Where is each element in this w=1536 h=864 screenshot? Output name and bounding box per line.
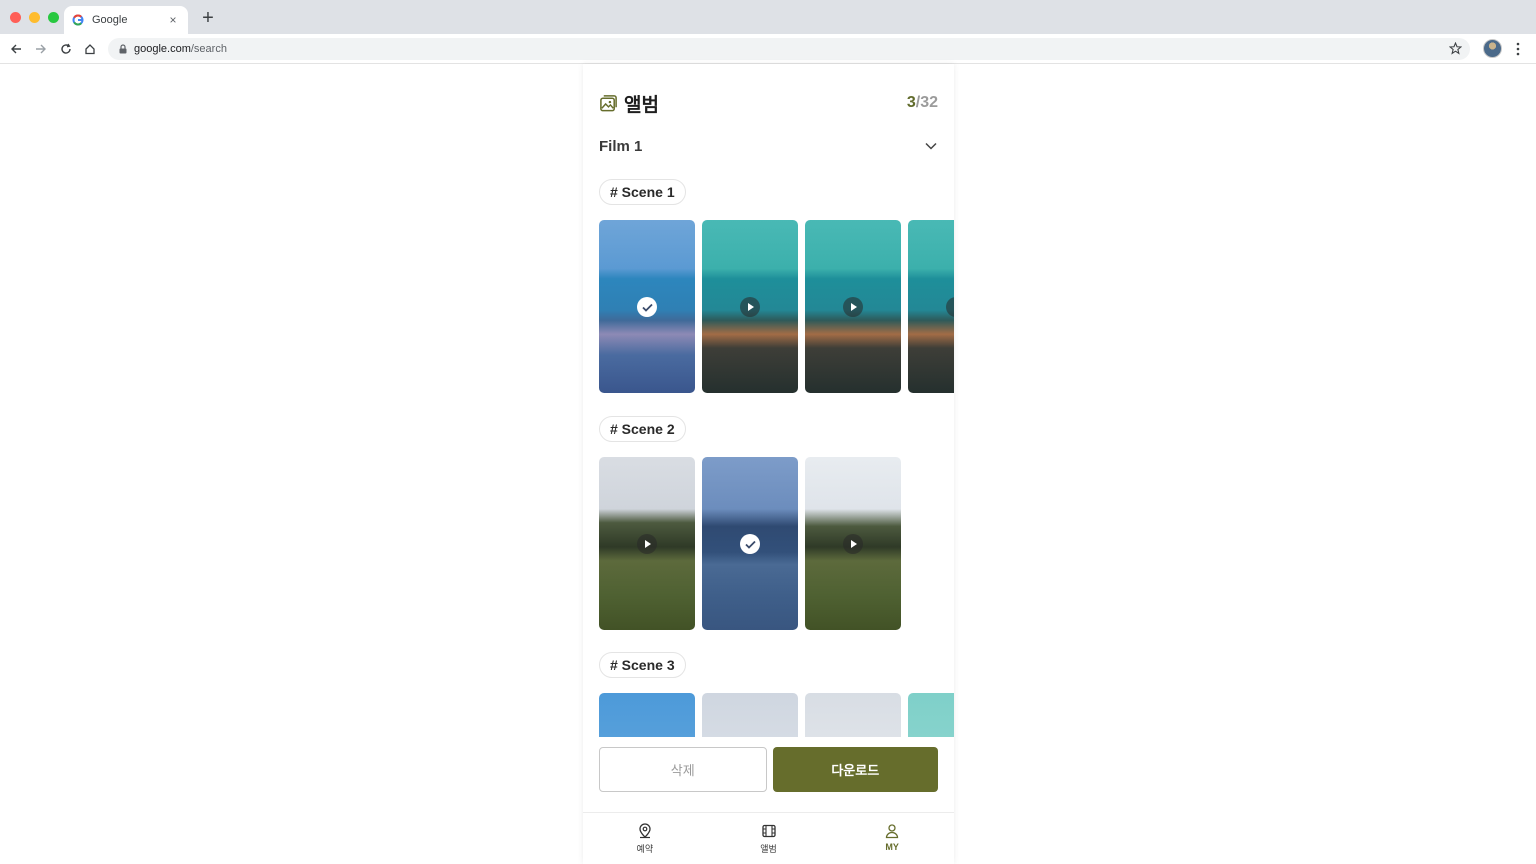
nav-item-reservation[interactable]: 예약: [583, 813, 707, 864]
film-icon: [761, 824, 776, 838]
reload-icon: [61, 43, 71, 54]
thumbnail[interactable]: [599, 220, 695, 393]
nav-label: 예약: [636, 844, 654, 854]
scene-2-thumbnail-strip[interactable]: [599, 457, 954, 630]
play-icon: [946, 297, 954, 317]
delete-button[interactable]: 삭제: [599, 747, 767, 792]
nav-item-album[interactable]: 앨범: [707, 813, 831, 864]
close-tab-icon[interactable]: ×: [166, 13, 180, 27]
film-dropdown[interactable]: Film 1: [599, 134, 938, 158]
thumbnail[interactable]: [599, 693, 695, 737]
film-dropdown-value: Film 1: [599, 137, 643, 155]
scene-2-tag: # Scene 2: [599, 416, 686, 442]
play-icon: [843, 297, 863, 317]
play-icon: [843, 534, 863, 554]
back-button[interactable]: [7, 40, 25, 58]
profile-avatar[interactable]: [1483, 39, 1502, 58]
play-icon: [740, 297, 760, 317]
user-icon: [886, 824, 899, 839]
new-tab-button[interactable]: +: [200, 8, 216, 28]
minimize-window-button[interactable]: [29, 12, 40, 23]
action-bar: 삭제 다운로드: [599, 747, 938, 792]
scene-3-thumbnail-strip[interactable]: [599, 693, 954, 737]
nav-label: 앨범: [760, 844, 777, 854]
nav-item-my[interactable]: MY: [830, 813, 954, 864]
album-image-icon: [600, 94, 617, 111]
download-button[interactable]: 다운로드: [772, 747, 938, 792]
browser-toolbar: google.com/search: [0, 34, 1536, 64]
forward-button[interactable]: [32, 40, 50, 58]
tab-bar: Google × +: [0, 0, 1536, 34]
check-icon: [740, 534, 760, 554]
arrow-right-icon: [36, 44, 46, 54]
lock-icon: [119, 44, 127, 54]
map-pin-icon: [639, 823, 651, 839]
selected-count: 3: [906, 94, 916, 111]
total-count: /32: [915, 94, 938, 111]
play-icon: [637, 534, 657, 554]
thumbnail[interactable]: [702, 457, 798, 630]
home-icon: [85, 44, 95, 55]
google-icon: [72, 14, 84, 26]
close-window-button[interactable]: [10, 12, 21, 23]
thumbnail[interactable]: [908, 220, 954, 393]
album-app: 앨범 3/32 Film 1 # Scene 1 # Scene 2 # Sce…: [583, 64, 954, 864]
album-header: 앨범 3/32: [599, 90, 938, 116]
scene-1-tag: # Scene 1: [599, 179, 686, 205]
home-button[interactable]: [81, 40, 99, 58]
thumbnail[interactable]: [805, 220, 901, 393]
thumbnail[interactable]: [599, 457, 695, 630]
arrow-left-icon: [11, 44, 21, 54]
bookmark-star-icon[interactable]: [1449, 42, 1462, 55]
thumbnail[interactable]: [702, 220, 798, 393]
selection-counter: 3/32: [907, 94, 938, 112]
address-bar[interactable]: google.com/search: [108, 38, 1470, 60]
check-icon: [637, 297, 657, 317]
reload-button[interactable]: [57, 40, 75, 58]
url-domain: google.com: [134, 43, 191, 55]
thumbnail[interactable]: [805, 457, 901, 630]
kebab-menu-icon[interactable]: [1514, 41, 1522, 57]
bottom-navigation: 예약 앨범 MY: [583, 812, 954, 864]
browser-tab[interactable]: Google ×: [64, 6, 188, 34]
nav-label: MY: [885, 842, 899, 852]
scene-3-tag: # Scene 3: [599, 652, 686, 678]
scene-1-thumbnail-strip[interactable]: [599, 220, 954, 393]
browser-chrome: Google × + google.com/search: [0, 0, 1536, 64]
thumbnail[interactable]: [702, 693, 798, 737]
thumbnail[interactable]: [805, 693, 901, 737]
thumbnail[interactable]: [908, 693, 954, 737]
chevron-down-icon: [925, 142, 937, 150]
tab-title: Google: [92, 14, 128, 26]
page-title: 앨범: [624, 94, 659, 116]
maximize-window-button[interactable]: [48, 12, 59, 23]
url-text: google.com/search: [134, 43, 227, 55]
url-path: /search: [190, 43, 227, 55]
window-controls: [10, 12, 59, 23]
